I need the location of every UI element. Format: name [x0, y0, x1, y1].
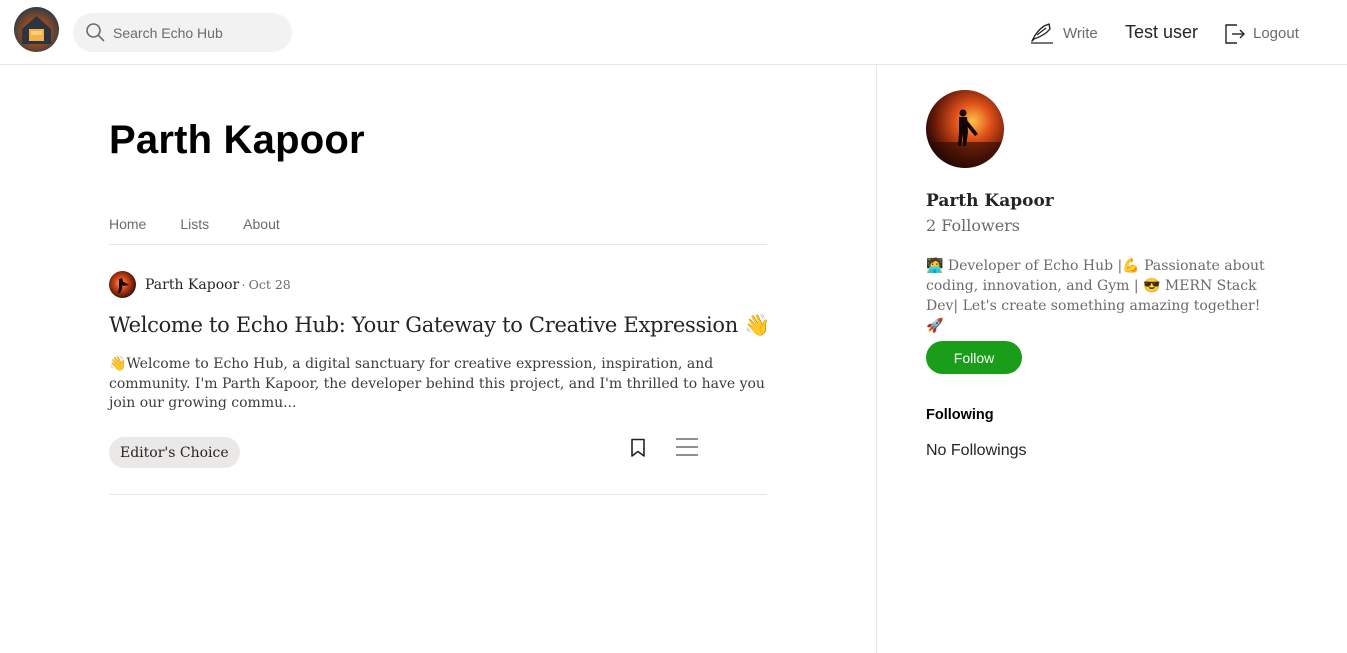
more-options-icon[interactable]	[675, 437, 699, 457]
tab-about[interactable]: About	[243, 215, 280, 244]
logout-label: Logout	[1253, 24, 1299, 42]
search-input[interactable]	[113, 13, 283, 52]
echo-hub-logo[interactable]	[14, 7, 59, 52]
tab-lists[interactable]: Lists	[180, 215, 209, 244]
post-tag[interactable]: Editor's Choice	[109, 437, 240, 468]
post-divider	[109, 494, 767, 495]
tab-home[interactable]: Home	[109, 215, 146, 244]
write-button[interactable]: Write	[1029, 21, 1098, 45]
following-heading: Following	[926, 407, 994, 423]
current-user-name[interactable]: Test user	[1125, 22, 1198, 43]
post-title[interactable]: Welcome to Echo Hub: Your Gateway to Cre…	[109, 313, 789, 338]
search-icon	[86, 23, 105, 42]
main-content: Parth Kapoor Home Lists About Parth Kapo…	[0, 66, 876, 653]
logout-button[interactable]: Logout	[1224, 21, 1299, 45]
post-author-avatar[interactable]	[109, 271, 136, 298]
logout-icon	[1225, 24, 1245, 44]
following-empty-text: No Followings	[926, 442, 1027, 459]
profile-avatar[interactable]	[926, 90, 1004, 168]
top-nav: Write Test user Logout	[0, 0, 1347, 65]
post-date: Oct 28	[248, 277, 291, 292]
follow-button[interactable]: Follow	[926, 341, 1022, 374]
profile-bio: 🧑‍💻 Developer of Echo Hub |💪 Passionate …	[926, 258, 1265, 334]
profile-tabs: Home Lists About	[109, 215, 767, 245]
profile-name: Parth Kapoor	[926, 191, 1054, 211]
write-label: Write	[1063, 24, 1098, 42]
page-title: Parth Kapoor	[109, 118, 365, 162]
search-bar	[73, 13, 292, 52]
post-author-name[interactable]: Parth Kapoor	[145, 277, 239, 293]
bookmark-icon[interactable]	[630, 438, 646, 458]
write-icon	[1031, 23, 1053, 44]
followers-count[interactable]: 2 Followers	[926, 216, 1020, 235]
meta-separator: ·	[241, 277, 246, 292]
post-meta: Parth Kapoor · Oct 28	[109, 271, 291, 298]
profile-sidebar: Parth Kapoor 2 Followers 🧑‍💻 Developer o…	[876, 65, 1347, 653]
post-excerpt[interactable]: 👋Welcome to Echo Hub, a digital sanctuar…	[109, 355, 769, 414]
